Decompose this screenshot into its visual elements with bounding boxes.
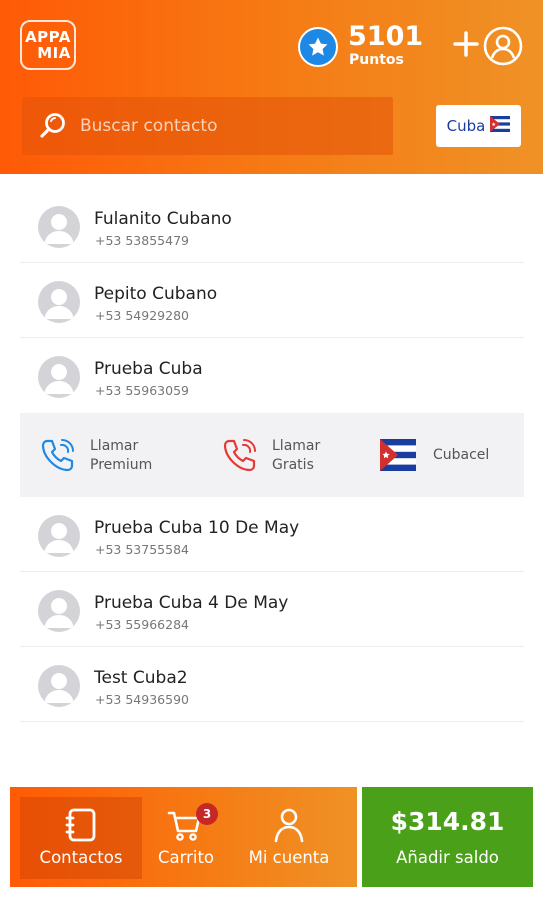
phone-call-icon bbox=[220, 435, 260, 475]
bottom-nav: Contactos 3 Carrito Mi cuenta bbox=[10, 787, 357, 887]
contacts-book-icon bbox=[61, 805, 101, 845]
user-icon bbox=[269, 805, 309, 845]
contact-name: Prueba Cuba 10 De May bbox=[94, 518, 300, 538]
cart-count-badge: 3 bbox=[196, 803, 218, 825]
nav-account[interactable]: Mi cuenta bbox=[236, 797, 342, 879]
contact-name: Pepito Cubano bbox=[94, 284, 218, 304]
nav-cart-label: Carrito bbox=[157, 848, 215, 867]
contact-row[interactable]: Prueba Cuba 4 De May +53 55966284 bbox=[20, 572, 524, 647]
contact-row[interactable]: Test Cuba2 +53 54936590 bbox=[20, 647, 524, 722]
nav-cart[interactable]: 3 Carrito bbox=[144, 797, 228, 879]
nav-account-label: Mi cuenta bbox=[248, 848, 330, 867]
avatar bbox=[38, 665, 80, 707]
plus-icon[interactable] bbox=[452, 30, 480, 58]
phone-call-icon bbox=[38, 435, 78, 475]
star-icon[interactable] bbox=[298, 27, 338, 67]
add-balance-label: Añadir saldo bbox=[396, 848, 499, 867]
contact-row[interactable]: Fulanito Cubano +53 53855479 bbox=[20, 188, 524, 263]
avatar bbox=[38, 515, 80, 557]
call-premium-button[interactable]: Llamar Premium bbox=[38, 435, 168, 479]
call-free-line1: Llamar bbox=[272, 438, 321, 454]
contact-phone: +53 55963059 bbox=[95, 383, 189, 398]
nav-contacts[interactable]: Contactos bbox=[20, 797, 142, 879]
contact-phone: +53 53855479 bbox=[95, 233, 189, 248]
cubacel-button[interactable]: Cubacel bbox=[380, 435, 510, 479]
points-value[interactable]: 5101 bbox=[348, 22, 423, 52]
contact-phone: +53 54929280 bbox=[95, 308, 189, 323]
logo-line-1: APPA bbox=[25, 28, 71, 46]
call-premium-line1: Llamar bbox=[90, 438, 139, 454]
country-label: Cuba bbox=[446, 117, 486, 135]
call-premium-line2: Premium bbox=[90, 457, 153, 473]
contact-phone: +53 55966284 bbox=[95, 617, 189, 632]
search-icon bbox=[38, 111, 68, 141]
call-free-line2: Gratis bbox=[272, 457, 314, 473]
avatar bbox=[38, 281, 80, 323]
avatar bbox=[38, 590, 80, 632]
logo-line-2: MIA bbox=[37, 44, 71, 62]
contact-phone: +53 53755584 bbox=[95, 542, 189, 557]
contact-row[interactable]: Pepito Cubano +53 54929280 bbox=[20, 263, 524, 338]
contact-row[interactable]: Prueba Cuba +53 55963059 bbox=[20, 338, 524, 413]
contact-name: Prueba Cuba 4 De May bbox=[94, 593, 289, 613]
nav-contacts-label: Contactos bbox=[39, 848, 123, 867]
contact-list: Fulanito Cubano +53 53855479 Pepito Cuba… bbox=[20, 188, 524, 722]
contact-phone: +53 54936590 bbox=[95, 692, 189, 707]
user-circle-icon[interactable] bbox=[483, 26, 523, 66]
avatar bbox=[38, 356, 80, 398]
contact-actions-panel: Llamar Premium Llamar Gratis Cubacel bbox=[20, 413, 524, 497]
search-input[interactable] bbox=[80, 111, 380, 141]
app-header: APPA MIA 5101 Puntos Cuba bbox=[0, 0, 543, 174]
contact-name: Prueba Cuba bbox=[94, 359, 203, 379]
cubacel-label: Cubacel bbox=[433, 447, 490, 463]
app-logo: APPA MIA bbox=[20, 20, 76, 70]
search-box[interactable] bbox=[22, 97, 393, 155]
balance-amount: $314.81 bbox=[390, 807, 505, 836]
add-balance-button[interactable]: $314.81 Añadir saldo bbox=[362, 787, 533, 887]
cuba-flag-icon bbox=[490, 116, 511, 136]
call-free-button[interactable]: Llamar Gratis bbox=[220, 435, 340, 479]
contact-row[interactable]: Prueba Cuba 10 De May +53 53755584 bbox=[20, 497, 524, 572]
contact-name: Test Cuba2 bbox=[94, 668, 188, 688]
points-label: Puntos bbox=[349, 52, 404, 68]
country-selector[interactable]: Cuba bbox=[436, 105, 521, 147]
avatar bbox=[38, 206, 80, 248]
contact-name: Fulanito Cubano bbox=[94, 209, 232, 229]
cuba-flag-icon bbox=[380, 437, 420, 477]
